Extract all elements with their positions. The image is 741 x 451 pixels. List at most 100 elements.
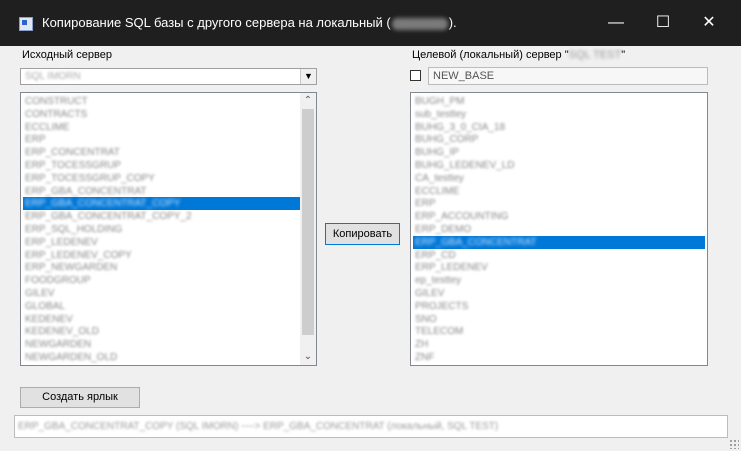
list-item[interactable]: SNO	[413, 313, 705, 326]
list-item[interactable]: GLOBAL	[23, 300, 300, 313]
list-item[interactable]: BUHG_IP	[413, 146, 705, 159]
list-item-label: BUHG_CORP	[415, 134, 479, 146]
list-item[interactable]: ZNF	[413, 351, 705, 364]
list-item[interactable]: PROJECTS	[413, 300, 705, 313]
list-item[interactable]: CONTRACTS	[23, 108, 300, 121]
window-title: Копирование SQL базы с другого сервера н…	[42, 15, 457, 30]
source-database-list[interactable]: ⌃ ⌄ CONSTRUCT CONTRACTS ECCLIME ERP ERP_CONC…	[20, 92, 317, 366]
source-server-combobox[interactable]: SQL IMORN ▼	[20, 68, 317, 85]
list-item[interactable]: ERP_ACCOUNTING	[413, 210, 705, 223]
scroll-up-icon[interactable]: ⌃	[300, 94, 316, 108]
list-item-label: FOODGROUP	[25, 275, 91, 287]
chevron-down-icon[interactable]: ▼	[300, 69, 316, 84]
list-item[interactable]: KEDENEV	[23, 313, 300, 326]
list-item[interactable]: ERP_GBA_CONCENTRAT_COPY_2	[23, 210, 300, 223]
list-item[interactable]: ERP_DEMO	[413, 223, 705, 236]
list-item[interactable]: ERP	[23, 133, 300, 146]
list-item-label: ERP_GBA_CONCENTRAT	[25, 185, 147, 197]
form-client-area: Исходный сервер SQL IMORN ▼ ⌃ ⌄ CONSTRUC…	[0, 46, 741, 451]
list-item-label: TELECOM	[415, 326, 464, 338]
list-item-label: ECCLIME	[25, 121, 70, 133]
resize-grip-icon[interactable]	[729, 439, 739, 449]
new-base-name-field[interactable]: NEW_BASE	[428, 67, 708, 85]
list-item[interactable]: ERP_NEWGARDEN	[23, 261, 300, 274]
list-item-label: ERP_DEMO	[415, 224, 472, 235]
list-item-label: BUHG_LEDENEV_LD	[415, 160, 515, 171]
list-item-label: ERP_GBA_CONCENTRAT_COPY_2	[25, 211, 192, 223]
list-item[interactable]: sub_testtey	[413, 108, 705, 121]
list-item[interactable]: FOODGROUP	[23, 274, 300, 287]
list-item-label: ERP_CD	[415, 249, 456, 261]
list-item-label: ZNF	[415, 352, 435, 363]
list-item-label: KEDENEV	[25, 313, 73, 325]
list-item-label: ECCLIME	[415, 185, 460, 197]
list-item-label: BUGH_PM	[415, 96, 465, 107]
list-item[interactable]: CONSTRUCT	[23, 95, 300, 108]
list-item[interactable]: GILEV	[23, 287, 300, 300]
list-item-label: PROJECTS	[415, 300, 469, 312]
title-bar: Копирование SQL базы с другого сервера н…	[0, 0, 741, 46]
list-item-label: ERP_CONCENTRAT	[25, 147, 120, 159]
list-item-label: ERP_SQL_HOLDING	[25, 224, 123, 235]
list-item-label: ERP	[415, 198, 436, 210]
list-item[interactable]: BUHG_3_0_CIA_18	[413, 121, 705, 134]
list-item[interactable]: ERP_LEDENEV	[413, 261, 705, 274]
list-item[interactable]: ERP_CD	[413, 249, 705, 262]
list-item[interactable]: ECCLIME	[23, 121, 300, 134]
list-item[interactable]: ERP_TOCESSGRUP_COPY	[23, 172, 300, 185]
list-item-label: NEWGARDEN	[25, 339, 92, 351]
create-shortcut-button[interactable]: Создать ярлык	[20, 387, 140, 408]
target-server-label: Целевой (локальный) сервер "SQL TEST"	[412, 49, 625, 61]
list-item[interactable]: GILEV	[413, 287, 705, 300]
list-item[interactable]: KEDENEV_OLD	[23, 325, 300, 338]
list-item[interactable]: ERP_GBA_CONCENTRAT	[413, 235, 705, 249]
new-base-name-value: NEW_BASE	[433, 70, 495, 82]
target-database-list[interactable]: BUGH_PM sub_testtey BUHG_3_0_CIA_18 BUHG_CO…	[410, 92, 708, 366]
minimize-button[interactable]: —	[601, 10, 631, 36]
list-item[interactable]: ERP_TOCESSGRUP	[23, 159, 300, 172]
list-item-label: GILEV	[25, 288, 55, 299]
source-server-value: SQL IMORN	[25, 71, 81, 82]
list-item-label: ERP_LEDENEV_COPY	[25, 249, 132, 261]
list-item-label: GLOBAL	[25, 300, 66, 312]
close-button[interactable]: ✕	[694, 10, 724, 36]
app-window: Копирование SQL базы с другого сервера н…	[0, 0, 741, 451]
list-item-label: ERP_LEDENEV	[25, 236, 98, 248]
new-base-checkbox[interactable]	[410, 70, 421, 81]
list-item[interactable]: ERP_SQL_HOLDING	[23, 223, 300, 236]
list-item[interactable]: ERP_GBA_CONCENTRAT_COPY	[23, 197, 300, 211]
target-label-suffix: "	[621, 49, 626, 61]
list-item[interactable]: ZH	[413, 338, 705, 351]
list-item[interactable]: TELECOM	[413, 325, 705, 338]
list-item[interactable]: BUHG_LEDENEV_LD	[413, 159, 705, 172]
list-item-label: sub_testtey	[415, 108, 467, 120]
list-item-label: KEDENEV_OLD	[25, 326, 99, 338]
list-item-label: ZH	[415, 339, 429, 351]
window-title-text: Копирование SQL базы с другого сервера н…	[42, 15, 391, 30]
list-item-label: ERP_NEWGARDEN	[25, 262, 118, 274]
app-icon	[19, 17, 33, 31]
target-server-name: SQL TEST	[568, 49, 622, 61]
list-item[interactable]: ERP	[413, 197, 705, 210]
copy-button[interactable]: Копировать	[325, 223, 400, 245]
status-text: ERP_GBA_CONCENTRAT_COPY (SQL IMORN) ----…	[18, 421, 499, 432]
source-list-scrollbar[interactable]: ⌃ ⌄	[300, 93, 316, 365]
maximize-button[interactable]: ☐	[648, 10, 678, 36]
scroll-down-icon[interactable]: ⌄	[300, 350, 316, 364]
list-item-label: CA_testtey	[415, 172, 464, 184]
window-title-end: ).	[448, 15, 457, 30]
list-item[interactable]: ep_testtey	[413, 274, 705, 287]
list-item[interactable]: BUGH_PM	[413, 95, 705, 108]
list-item[interactable]: ERP_LEDENEV_COPY	[23, 249, 300, 262]
list-item[interactable]: ERP_CONCENTRAT	[23, 146, 300, 159]
list-item[interactable]: ERP_LEDENEV	[23, 236, 300, 249]
list-item[interactable]: BUHG_CORP	[413, 133, 705, 146]
status-field: ERP_GBA_CONCENTRAT_COPY (SQL IMORN) ----…	[14, 415, 728, 438]
scrollbar-thumb[interactable]	[302, 109, 314, 335]
list-item[interactable]: ERP_GBA_CONCENTRAT	[23, 185, 300, 198]
list-item[interactable]: CA_testtey	[413, 172, 705, 185]
list-item[interactable]: NEWGARDEN	[23, 338, 300, 351]
list-item[interactable]: NEWGARDEN_OLD	[23, 351, 300, 364]
source-server-label: Исходный сервер	[22, 49, 112, 61]
list-item[interactable]: ECCLIME	[413, 185, 705, 198]
